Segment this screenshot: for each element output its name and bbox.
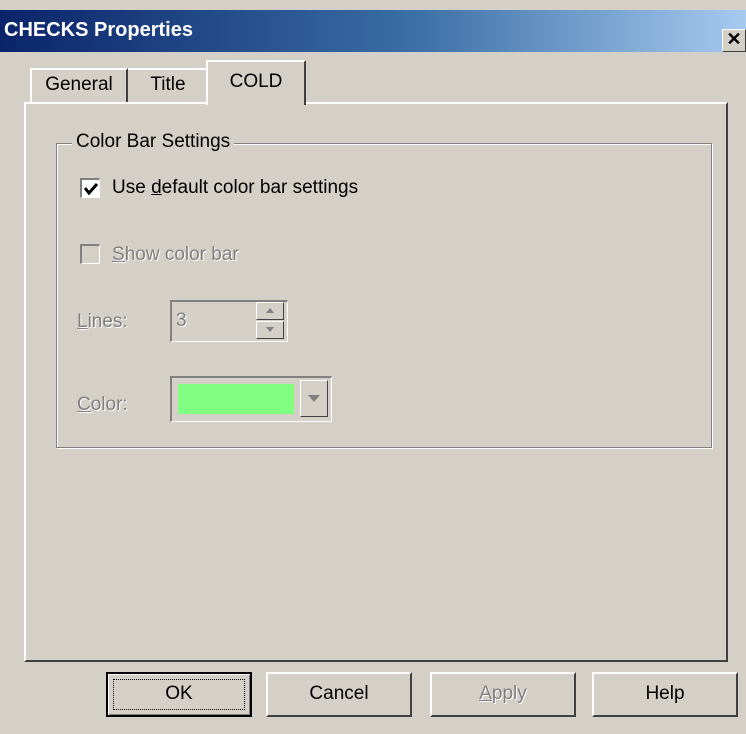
help-button[interactable]: Help [592,672,738,717]
close-icon: ✕ [726,29,742,49]
properties-dialog: CHECKS Properties ✕ General Title COLD C… [0,0,746,734]
close-button[interactable]: ✕ [722,29,746,52]
window-title: CHECKS Properties [4,19,193,41]
chevron-down-icon [308,395,320,402]
arrow-down-icon [266,327,274,332]
color-swatch [178,384,294,414]
ok-button[interactable]: OK [106,672,252,717]
spin-up-button[interactable] [256,302,284,320]
tab-title[interactable]: Title [128,68,210,102]
tab-general[interactable]: General [30,68,128,102]
tab-cold-label: COLD [229,71,283,92]
color-label: Color: [77,394,128,415]
use-default-label[interactable]: Use default color bar settings [112,177,358,199]
lines-input[interactable]: 3 [176,310,187,332]
show-color-bar-checkbox[interactable] [80,244,100,264]
apply-button[interactable]: Apply [430,672,576,717]
lines-spinner[interactable]: 3 [170,300,288,342]
apply-label: Apply [479,683,527,704]
lines-label: Lines: [77,311,128,332]
tab-general-label: General [45,74,113,95]
arrow-up-icon [266,308,274,313]
tab-title-label: Title [150,74,186,95]
color-dropdown[interactable] [170,376,332,422]
checkmark-icon [83,183,99,196]
help-label: Help [645,683,685,704]
cancel-label: Cancel [309,683,369,704]
tab-cold[interactable]: COLD [206,60,306,105]
cancel-button[interactable]: Cancel [266,672,412,717]
use-default-checkbox[interactable] [80,178,100,198]
show-color-bar-label[interactable]: Show color bar [112,244,239,266]
focus-rect [113,679,245,710]
color-dropdown-button[interactable] [300,380,328,417]
group-label: Color Bar Settings [72,131,235,153]
title-bar[interactable]: CHECKS Properties ✕ [0,10,746,52]
spin-down-button[interactable] [256,321,284,339]
